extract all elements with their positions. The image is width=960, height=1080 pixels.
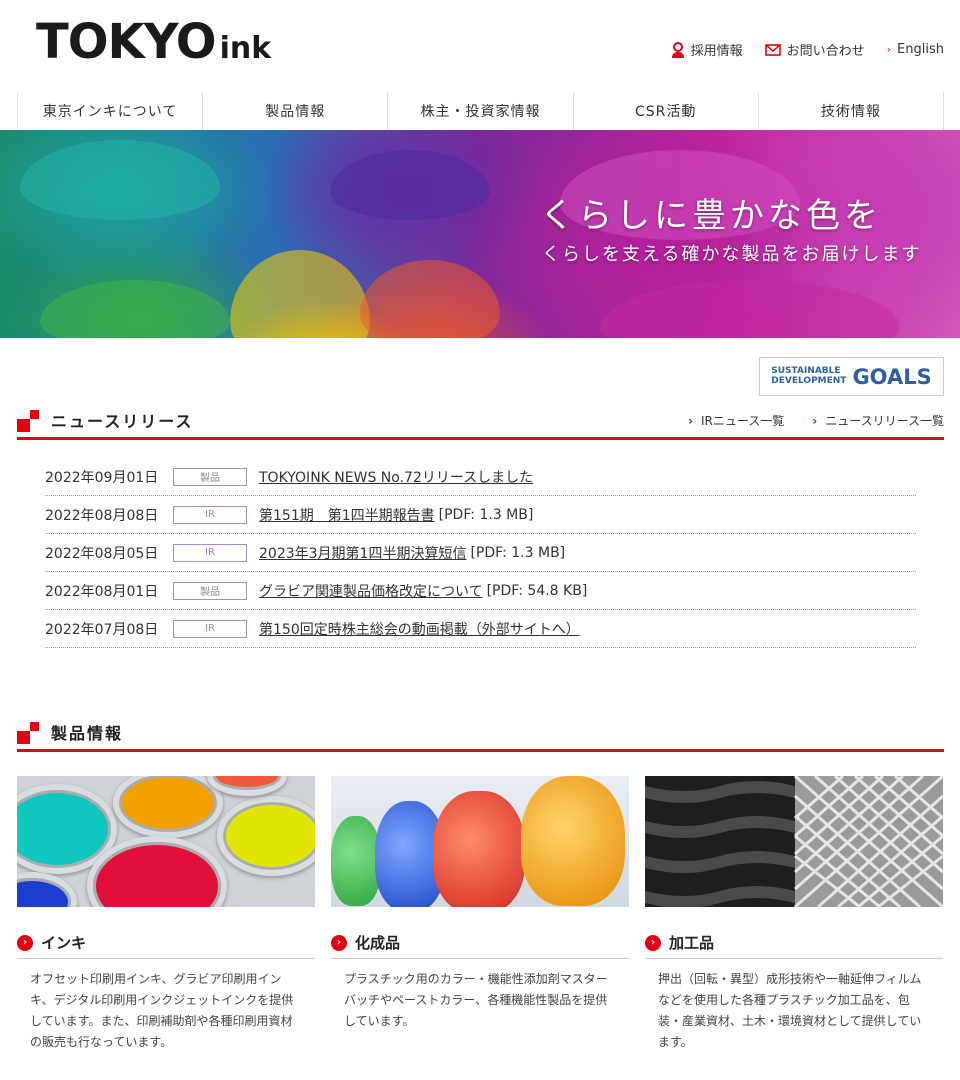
news-meta: [PDF: 1.3 MB] [470, 544, 566, 561]
processed-products-image[interactable] [645, 776, 943, 907]
ink-can [113, 776, 223, 838]
english-link[interactable]: › English [887, 40, 944, 59]
news-tag-ir: IR [173, 619, 247, 638]
section-mark-icon [17, 722, 39, 744]
news-item: 2022年07月08日 IR 第150回定時株主総会の動画掲載（外部サイトへ） [45, 610, 916, 648]
logo-main-text: TOKYO [36, 14, 217, 70]
sdgs-small-text: SUSTAINABLE DEVELOPMENT [771, 366, 847, 387]
sdgs-goals-text: GOALS [852, 364, 932, 389]
nav-about[interactable]: 東京インキについて [18, 92, 204, 130]
product-chemicals-link[interactable]: › 化成品 [331, 927, 629, 959]
product-cards: › インキ オフセット印刷用インキ、グラビア印刷用インキ、デジタル印刷用インクジ… [17, 776, 944, 1053]
ir-news-list-label: IRニュース一覧 [700, 414, 785, 428]
news-date: 2022年08月05日 [45, 545, 159, 562]
news-date: 2022年08月08日 [45, 507, 159, 524]
news-link[interactable]: 第151期 第1四半期報告書 [259, 505, 435, 525]
ir-news-list-link[interactable]: › IRニュース一覧 [688, 412, 784, 429]
tokyo-ink-logo[interactable]: TOKYO ink [36, 18, 271, 66]
products-title: 製品情報 [51, 724, 124, 743]
global-nav: 東京インキについて 製品情報 株主・投資家情報 CSR活動 技術情報 [17, 92, 945, 130]
nav-tech[interactable]: 技術情報 [759, 92, 945, 130]
news-tag-product: 製品 [173, 467, 247, 486]
processed-products-graphic [645, 776, 943, 907]
pellet-bag [433, 791, 525, 907]
hero-petal [600, 280, 900, 338]
recruit-link[interactable]: 採用情報 [671, 40, 743, 59]
product-name: 化成品 [355, 934, 401, 952]
news-item: 2022年09月01日 製品 TOKYOINK NEWS No.72リリースしま… [45, 458, 916, 496]
news-meta: [PDF: 54.8 KB] [486, 582, 588, 599]
section-mark-icon [17, 410, 39, 432]
product-description: 押出（回転・異型）成形技術や一軸延伸フィルムなどを使用した各種プラスチック加工品… [658, 972, 922, 1049]
mail-icon [764, 43, 781, 56]
news-links: › IRニュース一覧 › ニュースリリース一覧 [688, 412, 944, 429]
chevron-right-icon: › [812, 414, 818, 428]
product-card-chemicals: › 化成品 プラスチック用のカラー・機能性添加剤マスターバッチやペーストカラー、… [331, 776, 629, 1053]
hero-title: くらしに豊かな色を [540, 196, 882, 236]
hero-petal [40, 280, 230, 338]
chevron-right-icon: › [688, 414, 693, 428]
news-list: 2022年09月01日 製品 TOKYOINK NEWS No.72リリースしま… [45, 458, 916, 648]
news-item: 2022年08月01日 製品 グラビア関連製品価格改定について [PDF: 54… [45, 572, 916, 610]
sdgs-line2: DEVELOPMENT [771, 375, 847, 386]
product-name: 加工品 [669, 934, 715, 952]
hero-petal [330, 150, 490, 220]
news-release-list-link[interactable]: › ニュースリリース一覧 [812, 412, 944, 429]
products-section-header: 製品情報 [17, 716, 944, 752]
chevron-right-icon: › [331, 934, 347, 951]
nav-ir[interactable]: 株主・投資家情報 [388, 92, 574, 130]
news-date: 2022年07月08日 [45, 621, 159, 638]
contact-link[interactable]: お問い合わせ [764, 40, 865, 59]
news-tag-product: 製品 [173, 581, 247, 600]
logo-sub-text: ink [219, 31, 272, 66]
utility-links: 採用情報 お問い合わせ › English [671, 40, 944, 59]
product-name: インキ [41, 934, 87, 952]
sdgs-banner[interactable]: SUSTAINABLE DEVELOPMENT GOALS [759, 357, 944, 396]
chevron-right-icon: › [645, 934, 661, 951]
news-link[interactable]: グラビア関連製品価格改定について [259, 581, 483, 601]
news-tag-ir: IR [173, 505, 247, 524]
pellet-bag [521, 776, 625, 906]
news-meta: [PDF: 1.3 MB] [438, 506, 534, 523]
pellet-bag [331, 816, 381, 906]
hero-subtitle: くらしを支える確かな製品をお届けします [542, 244, 922, 265]
product-processed-link[interactable]: › 加工品 [645, 927, 943, 959]
chevron-right-icon: › [886, 43, 892, 56]
product-description: プラスチック用のカラー・機能性添加剤マスターバッチやペーストカラー、各種機能性製… [344, 972, 608, 1028]
plastic-pellets-image[interactable] [331, 776, 629, 907]
news-tag-ir: IR [173, 543, 247, 562]
ink-can [17, 872, 77, 907]
news-link[interactable]: 第150回定時株主総会の動画掲載（外部サイトへ） [259, 619, 580, 639]
news-item: 2022年08月05日 IR 2023年3月期第1四半期決算短信 [PDF: 1… [45, 534, 916, 572]
product-description: オフセット印刷用インキ、グラビア印刷用インキ、デジタル印刷用インクジェットインク… [30, 972, 294, 1049]
chevron-right-icon: › [17, 934, 33, 951]
ink-cans-image[interactable] [17, 776, 315, 907]
nav-csr[interactable]: CSR活動 [574, 92, 759, 130]
english-label: English [897, 42, 944, 57]
news-release-list-label: ニュースリリース一覧 [825, 414, 944, 428]
ink-can [217, 796, 315, 876]
nav-products[interactable]: 製品情報 [203, 92, 389, 130]
news-date: 2022年08月01日 [45, 583, 159, 600]
hero-petal [360, 260, 500, 338]
product-card-processed: › 加工品 押出（回転・異型）成形技術や一軸延伸フィルムなどを使用した各種プラス… [645, 776, 943, 1053]
site-header: TOKYO ink 採用情報 お問い合わせ › English [0, 0, 960, 92]
hero-petal [20, 140, 220, 220]
person-icon [671, 41, 685, 58]
news-date: 2022年09月01日 [45, 469, 159, 486]
product-ink-link[interactable]: › インキ [17, 927, 315, 959]
hero-petal [230, 250, 370, 338]
news-link[interactable]: 2023年3月期第1四半期決算短信 [259, 543, 466, 563]
recruit-label: 採用情報 [690, 44, 743, 59]
news-title: ニュースリリース [51, 412, 194, 431]
news-link[interactable]: TOKYOINK NEWS No.72リリースしました [259, 467, 533, 487]
hero-banner: くらしに豊かな色を くらしを支える確かな製品をお届けします [0, 130, 960, 338]
news-section-header: ニュースリリース › IRニュース一覧 › ニュースリリース一覧 [17, 404, 944, 440]
product-card-ink: › インキ オフセット印刷用インキ、グラビア印刷用インキ、デジタル印刷用インクジ… [17, 776, 315, 1053]
news-item: 2022年08月08日 IR 第151期 第1四半期報告書 [PDF: 1.3 … [45, 496, 916, 534]
contact-label: お問い合わせ [786, 44, 865, 59]
